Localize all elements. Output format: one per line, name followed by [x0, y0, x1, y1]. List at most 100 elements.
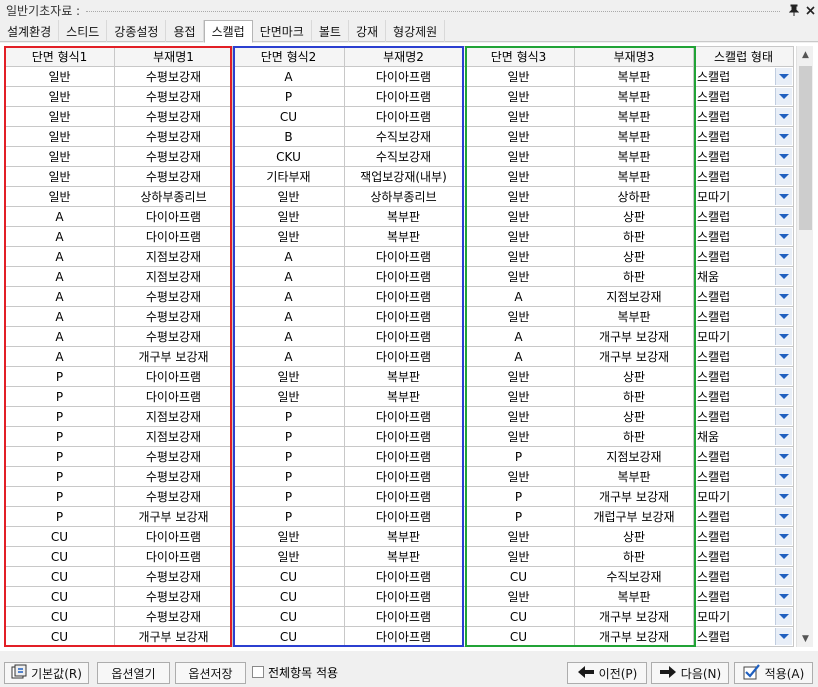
chevron-down-icon[interactable] [775, 208, 792, 225]
scallop-shape-select[interactable]: 스캘럽 [693, 106, 794, 127]
table-cell[interactable]: 개구부 보강재 [574, 606, 694, 627]
chevron-down-icon[interactable] [775, 188, 792, 205]
table-cell[interactable]: 수직보강재 [574, 566, 694, 587]
table-cell[interactable]: 일반 [232, 526, 345, 547]
table-cell[interactable]: 일반 [462, 246, 575, 267]
table-cell[interactable]: 다이아프램 [344, 66, 463, 87]
next-button[interactable]: 다음(N) [651, 662, 729, 684]
table-cell[interactable]: 상판 [574, 206, 694, 227]
table-cell[interactable]: 일반 [462, 86, 575, 107]
table-cell[interactable]: 개럽구부 보강재 [574, 506, 694, 527]
table-cell[interactable]: 상판 [574, 406, 694, 427]
chevron-down-icon[interactable] [775, 88, 792, 105]
table-cell[interactable]: 일반 [462, 266, 575, 287]
scallop-shape-select[interactable]: 스캘럽 [693, 406, 794, 427]
table-cell[interactable]: A [4, 306, 115, 327]
table-cell[interactable]: 다이아프램 [114, 526, 233, 547]
chevron-down-icon[interactable] [775, 328, 792, 345]
table-cell[interactable]: 개구부 보강재 [114, 626, 233, 647]
table-cell[interactable]: 수평보강재 [114, 166, 233, 187]
table-cell[interactable]: CU [4, 526, 115, 547]
table-cell[interactable]: 일반 [462, 426, 575, 447]
table-cell[interactable]: A [4, 266, 115, 287]
table-cell[interactable]: 일반 [462, 366, 575, 387]
scallop-shape-select[interactable]: 스캘럽 [693, 306, 794, 327]
table-cell[interactable]: 다이아프램 [344, 266, 463, 287]
table-cell[interactable]: 다이아프램 [344, 566, 463, 587]
table-cell[interactable]: 상하부종리브 [344, 186, 463, 207]
scallop-shape-select[interactable]: 스캘럽 [693, 126, 794, 147]
table-cell[interactable]: P [462, 446, 575, 467]
table-cell[interactable]: 다이아프램 [344, 346, 463, 367]
table-cell[interactable]: 상하부종리브 [114, 186, 233, 207]
table-cell[interactable]: 지점보강재 [114, 266, 233, 287]
table-cell[interactable]: 일반 [462, 146, 575, 167]
table-cell[interactable]: 다이아프램 [344, 626, 463, 647]
table-cell[interactable]: 하판 [574, 266, 694, 287]
table-cell[interactable]: A [462, 346, 575, 367]
prev-button[interactable]: 이전(P) [567, 662, 647, 684]
table-cell[interactable]: CU [4, 586, 115, 607]
table-cell[interactable]: A [232, 306, 345, 327]
column-header[interactable]: 부재명2 [344, 46, 463, 67]
table-cell[interactable]: 일반 [462, 226, 575, 247]
close-icon[interactable] [802, 2, 818, 18]
table-cell[interactable]: 다이아프램 [344, 446, 463, 467]
table-cell[interactable]: 복부판 [574, 66, 694, 87]
chevron-down-icon[interactable] [775, 228, 792, 245]
table-cell[interactable]: 다이아프램 [344, 466, 463, 487]
column-header[interactable]: 부재명1 [114, 46, 233, 67]
table-cell[interactable]: P [4, 426, 115, 447]
table-cell[interactable]: 일반 [232, 366, 345, 387]
table-cell[interactable]: A [4, 246, 115, 267]
table-cell[interactable]: 하판 [574, 426, 694, 447]
table-cell[interactable]: 일반 [462, 586, 575, 607]
table-cell[interactable]: 일반 [232, 386, 345, 407]
table-cell[interactable]: 일반 [462, 386, 575, 407]
table-cell[interactable]: CU [462, 566, 575, 587]
table-cell[interactable]: 수직보강재 [344, 146, 463, 167]
table-cell[interactable]: A [232, 266, 345, 287]
table-cell[interactable]: A [4, 346, 115, 367]
tab-1[interactable]: 스티드 [59, 20, 108, 42]
scallop-shape-select[interactable]: 채움 [693, 266, 794, 287]
table-cell[interactable]: 수평보강재 [114, 446, 233, 467]
table-cell[interactable]: 일반 [4, 86, 115, 107]
table-cell[interactable]: CU [4, 626, 115, 647]
tab-0[interactable]: 설계환경 [0, 20, 60, 42]
scallop-shape-select[interactable]: 모따기 [693, 606, 794, 627]
table-cell[interactable]: P [232, 466, 345, 487]
column-header[interactable]: 단면 형식3 [462, 46, 575, 67]
table-cell[interactable]: 다이아프램 [344, 426, 463, 447]
table-cell[interactable]: P [4, 366, 115, 387]
table-cell[interactable]: CU [232, 626, 345, 647]
table-cell[interactable]: CU [232, 106, 345, 127]
scroll-up-icon[interactable]: ▲ [797, 46, 814, 63]
table-cell[interactable]: P [462, 486, 575, 507]
table-cell[interactable]: 개구부 보강재 [114, 346, 233, 367]
table-cell[interactable]: 일반 [462, 186, 575, 207]
table-cell[interactable]: 다이아프램 [344, 586, 463, 607]
table-cell[interactable]: 다이아프램 [344, 306, 463, 327]
table-cell[interactable]: 다이아프램 [344, 506, 463, 527]
table-cell[interactable]: CU [232, 606, 345, 627]
table-cell[interactable]: CU [4, 566, 115, 587]
table-cell[interactable]: P [232, 406, 345, 427]
scallop-shape-select[interactable]: 모따기 [693, 326, 794, 347]
scallop-shape-select[interactable]: 스캘럽 [693, 506, 794, 527]
column-header[interactable]: 부재명3 [574, 46, 694, 67]
scallop-shape-select[interactable]: 스캘럽 [693, 546, 794, 567]
scroll-down-icon[interactable]: ▼ [797, 630, 814, 647]
table-cell[interactable]: 일반 [232, 226, 345, 247]
table-cell[interactable]: 일반 [232, 206, 345, 227]
table-cell[interactable]: 수평보강재 [114, 86, 233, 107]
chevron-down-icon[interactable] [775, 148, 792, 165]
table-cell[interactable]: 일반 [462, 306, 575, 327]
table-cell[interactable]: 개구부 보강재 [574, 486, 694, 507]
table-cell[interactable]: P [232, 506, 345, 527]
table-cell[interactable]: A [232, 246, 345, 267]
scallop-shape-select[interactable]: 스캘럽 [693, 206, 794, 227]
default-button[interactable]: 기본값(R) [4, 662, 89, 684]
table-cell[interactable]: 지점보강재 [114, 406, 233, 427]
scallop-shape-select[interactable]: 스캘럽 [693, 346, 794, 367]
